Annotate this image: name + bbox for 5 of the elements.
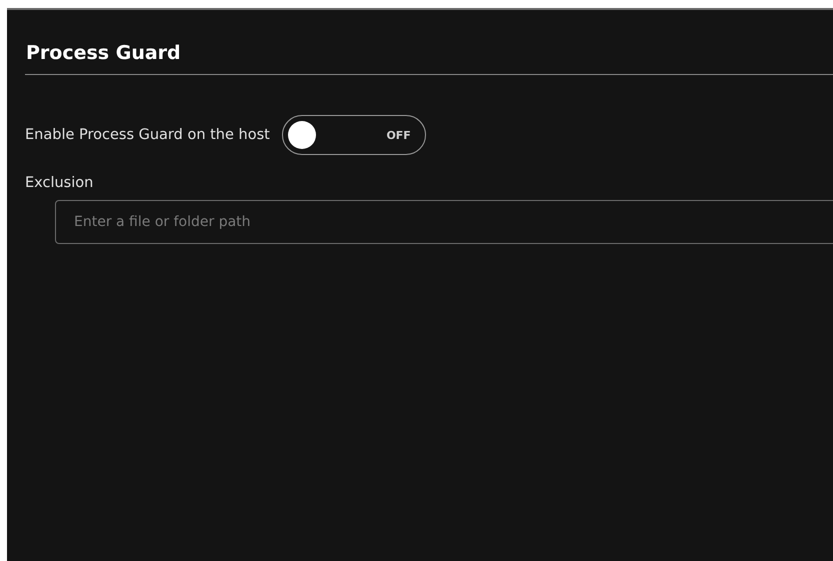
toggle-switch[interactable]: OFF [282,115,426,155]
path-input-field[interactable]: Enter a file or folder path [55,200,833,244]
section-title: Process Guard [26,41,182,66]
exclusion-label: Exclusion [25,175,94,191]
toggle-label: Enable Process Guard on the host [25,127,270,143]
